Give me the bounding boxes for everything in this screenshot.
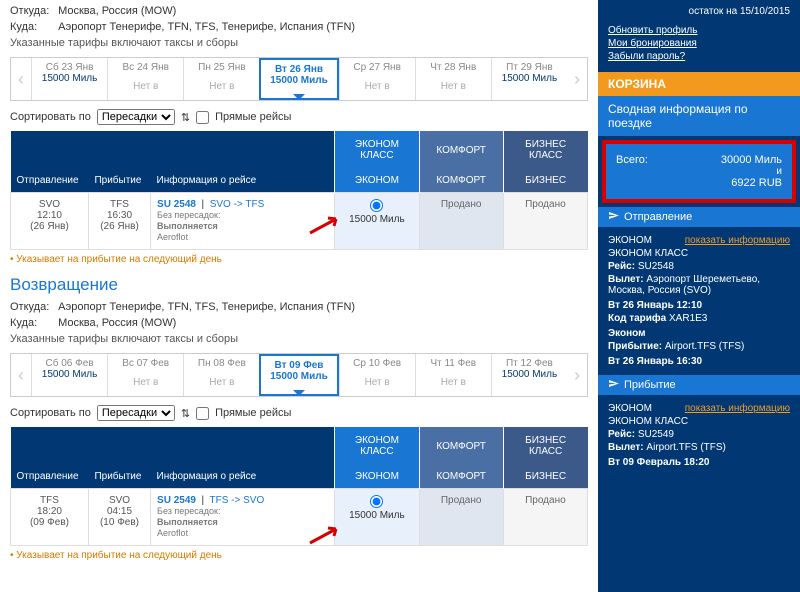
date-cell[interactable]: Вс 24 ЯнвНет в	[107, 58, 183, 100]
outbound-to: Куда: Аэропорт Тенерифе, TFN, TFS, Тенер…	[10, 21, 588, 33]
basket-header: КОРЗИНА	[598, 72, 800, 96]
update-profile-link[interactable]: Обновить профиль	[608, 25, 790, 36]
direct-flights-checkbox[interactable]	[196, 407, 209, 420]
prev-dates-button[interactable]: ‹	[11, 354, 31, 396]
my-bookings-link[interactable]: Мои бронирования	[608, 38, 790, 49]
date-cell[interactable]: Вт 26 Янв15000 Миль	[259, 58, 338, 100]
date-cell[interactable]: Пт 12 Фев15000 Миль	[491, 354, 567, 396]
flights-table-inbound: ЭКОНОМ КЛАСС КОМФОРТ БИЗНЕС КЛАСС Отправ…	[10, 427, 588, 546]
segment-inbound: ЭКОНОМпоказать информацию ЭКОНОМ КЛАСС Р…	[598, 395, 800, 476]
segment-dep-header: Отправление	[598, 207, 800, 227]
date-cell[interactable]: Ср 10 ФевНет в	[339, 354, 415, 396]
total-box: Всего:30000 Миль и 6922 RUB	[602, 140, 796, 203]
hdr-departure: Отправление	[11, 169, 89, 193]
flight-row: TFS18:20(09 Фев) SVO04:15(10 Фев) SU 254…	[11, 489, 588, 546]
date-cell[interactable]: Пн 25 ЯнвНет в	[183, 58, 259, 100]
next-day-note: Указывает на прибытие на следующий день	[10, 550, 588, 561]
return-heading: Возвращение	[10, 275, 588, 295]
trip-summary-header: Сводная информация по поездке	[598, 96, 800, 136]
col-business: БИЗНЕС КЛАСС	[503, 131, 587, 169]
total-miles: 30000 Миль	[721, 154, 782, 166]
plane-icon	[608, 379, 620, 391]
date-cell[interactable]: Вт 09 Фев15000 Миль	[259, 354, 338, 396]
forgot-password-link[interactable]: Забыли пароль?	[608, 51, 790, 62]
balance-date: остаток на 15/10/2015	[598, 0, 800, 23]
date-cell[interactable]: Пн 08 ФевНет в	[183, 354, 259, 396]
inbound-from: Откуда: Аэропорт Тенерифе, TFN, TFS, Тен…	[10, 301, 588, 313]
prev-dates-button[interactable]: ‹	[11, 58, 31, 100]
econ-cell[interactable]: 15000 Миль	[335, 489, 419, 546]
annotation-arrow-icon	[308, 525, 342, 545]
econ-cell[interactable]: 15000 Миль	[335, 193, 419, 250]
date-cell[interactable]: Сб 06 Фев15000 Миль	[31, 354, 107, 396]
annotation-arrow-icon	[308, 215, 342, 235]
business-cell: Продано	[503, 193, 587, 250]
fare-note: Указанные тарифы включают таксы и сборы	[10, 37, 588, 49]
econ-radio[interactable]	[370, 199, 383, 212]
date-cell[interactable]: Вс 07 ФевНет в	[107, 354, 183, 396]
show-info-link[interactable]: показать информацию	[685, 403, 790, 414]
plane-icon	[608, 211, 620, 223]
hdr-info: Информация о рейсе	[151, 169, 335, 193]
total-rub: 6922 RUB	[731, 177, 782, 189]
sort-arrows-icon[interactable]: ⇅	[181, 111, 190, 124]
sort-arrows-icon[interactable]: ⇅	[181, 407, 190, 420]
inbound-to: Куда: Москва, Россия (MOW)	[10, 317, 588, 329]
sort-row: Сортировать по Пересадки ⇅ Прямые рейсы	[10, 109, 588, 125]
date-cell[interactable]: Ср 27 ЯнвНет в	[339, 58, 415, 100]
date-cell[interactable]: Пт 29 Янв15000 Миль	[491, 58, 567, 100]
segment-arr-header: Прибытие	[598, 375, 800, 395]
date-strip-inbound: ‹ Сб 06 Фев15000 МильВс 07 ФевНет вПн 08…	[10, 353, 588, 397]
comfort-cell: Продано	[419, 193, 503, 250]
date-cell[interactable]: Сб 23 Янв15000 Миль	[31, 58, 107, 100]
next-dates-button[interactable]: ›	[567, 58, 587, 100]
col-econ: ЭКОНОМ КЛАСС	[335, 131, 419, 169]
outbound-from: Откуда: Москва, Россия (MOW)	[10, 5, 588, 17]
sidebar: остаток на 15/10/2015 Обновить профиль М…	[598, 0, 800, 592]
next-dates-button[interactable]: ›	[567, 354, 587, 396]
date-strip-outbound: ‹ Сб 23 Янв15000 МильВс 24 ЯнвНет вПн 25…	[10, 57, 588, 101]
show-info-link[interactable]: показать информацию	[685, 235, 790, 246]
sort-row: Сортировать по Пересадки ⇅ Прямые рейсы	[10, 405, 588, 421]
col-comfort: КОМФОРТ	[419, 131, 503, 169]
econ-radio[interactable]	[370, 495, 383, 508]
hdr-arrival: Прибытие	[88, 169, 150, 193]
next-day-note: Указывает на прибытие на следующий день	[10, 254, 588, 265]
direct-flights-label: Прямые рейсы	[215, 111, 291, 123]
flight-row: SVO12:10(26 Янв) TFS16:30(26 Янв) SU 254…	[11, 193, 588, 250]
segment-outbound: ЭКОНОМпоказать информацию ЭКОНОМ КЛАСС Р…	[598, 227, 800, 375]
flights-table-outbound: ЭКОНОМ КЛАСС КОМФОРТ БИЗНЕС КЛАСС Отправ…	[10, 131, 588, 250]
total-label: Всего:	[616, 154, 648, 166]
date-cell[interactable]: Чт 28 ЯнвНет в	[415, 58, 491, 100]
profile-links: Обновить профиль Мои бронирования Забыли…	[598, 25, 800, 72]
sort-select[interactable]: Пересадки	[97, 109, 175, 125]
sort-label: Сортировать по	[10, 111, 91, 123]
date-cell[interactable]: Чт 11 ФевНет в	[415, 354, 491, 396]
sort-select[interactable]: Пересадки	[97, 405, 175, 421]
direct-flights-checkbox[interactable]	[196, 111, 209, 124]
